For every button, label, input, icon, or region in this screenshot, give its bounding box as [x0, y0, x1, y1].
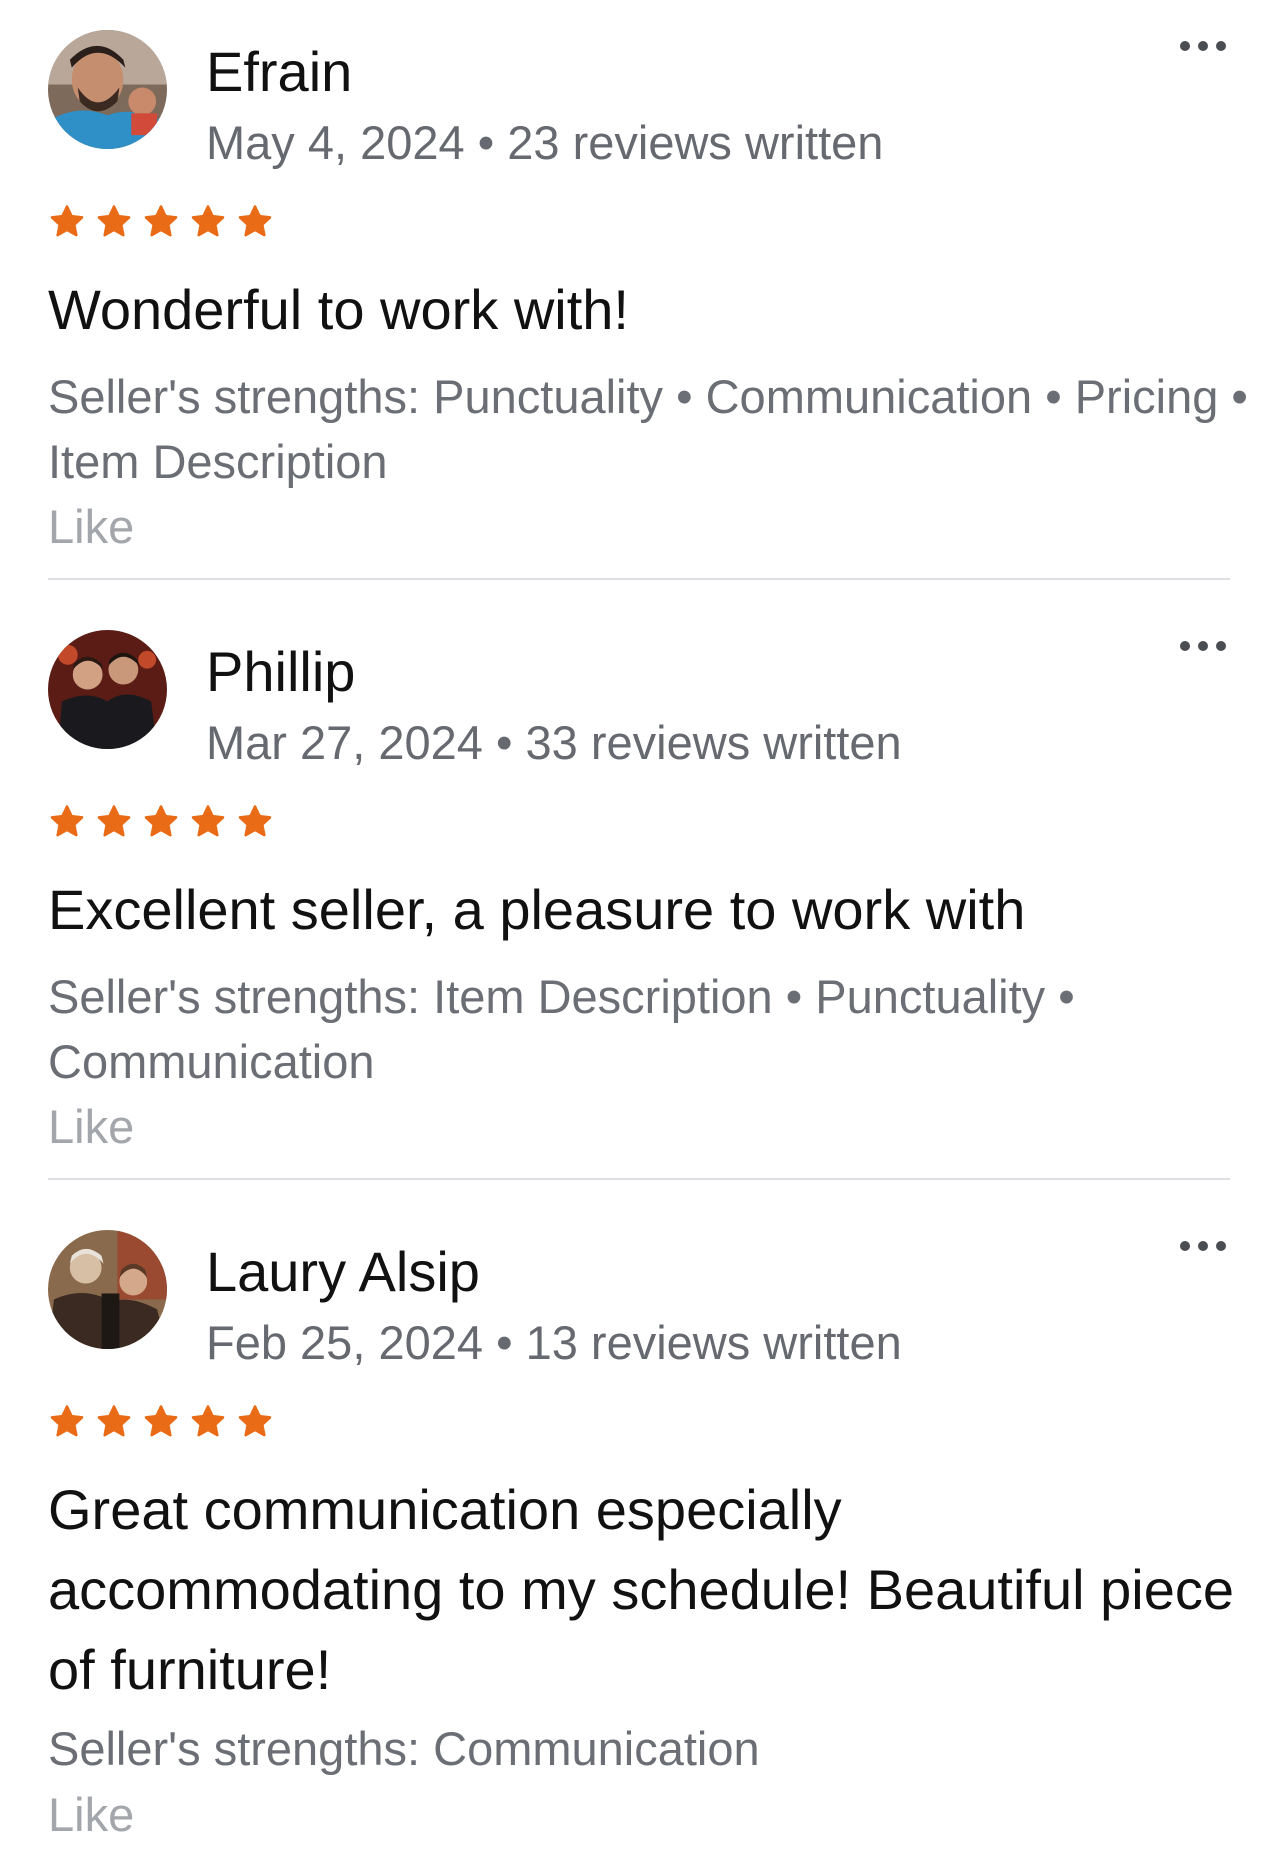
like-button[interactable]: Like [48, 1785, 134, 1845]
review-meta: Feb 25, 2024 • 13 reviews written [206, 1315, 902, 1371]
seller-strengths: Seller's strengths: Communication [48, 1722, 760, 1775]
reviewer-avatar[interactable] [48, 630, 167, 749]
review-date: May 4, 2024 [206, 116, 465, 169]
review-date: Feb 25, 2024 [206, 1316, 483, 1369]
more-options-icon [1180, 1241, 1226, 1251]
star-icon [191, 805, 225, 837]
reviews-written-count[interactable]: 33 reviews written [526, 716, 902, 769]
star-icon [238, 205, 272, 237]
star-icon [50, 805, 84, 837]
more-options-button[interactable] [1175, 630, 1231, 660]
like-button[interactable]: Like [48, 1097, 134, 1157]
star-icon [238, 1405, 272, 1437]
review-title: Wonderful to work with! [48, 278, 629, 341]
meta-separator: • [496, 716, 513, 769]
star-icon [50, 205, 84, 237]
more-options-button[interactable] [1175, 1230, 1231, 1260]
seller-strengths: Seller's strengths: Item Description • P… [48, 970, 1075, 1088]
user-photo-avatar-icon [48, 1230, 167, 1349]
like-button[interactable]: Like [48, 497, 134, 557]
rating-stars [48, 803, 274, 841]
star-icon [144, 805, 178, 837]
star-icon [50, 1405, 84, 1437]
star-icon [97, 1405, 131, 1437]
reviews-written-count[interactable]: 23 reviews written [507, 116, 883, 169]
review-meta: May 4, 2024 • 23 reviews written [206, 115, 883, 171]
user-photo-avatar-icon [48, 630, 167, 749]
meta-separator: • [477, 116, 495, 169]
meta-separator: • [496, 1316, 513, 1369]
reviewer-name[interactable]: Phillip [206, 638, 355, 706]
star-icon [144, 1405, 178, 1437]
star-icon [97, 205, 131, 237]
review-card: Laury Alsip Feb 25, 2024 • 13 reviews wr… [0, 1200, 1274, 1865]
rating-stars [48, 203, 274, 241]
review-title: Excellent seller, a pleasure to work wit… [48, 878, 1026, 941]
reviewer-name[interactable]: Efrain [206, 38, 352, 106]
review-title: Great communication especially accommoda… [48, 1478, 1234, 1701]
more-options-icon [1180, 641, 1226, 651]
review-card: Efrain May 4, 2024 • 23 reviews written … [0, 0, 1274, 580]
seller-strengths: Seller's strengths: Punctuality • Commun… [48, 370, 1248, 488]
star-icon [191, 1405, 225, 1437]
user-photo-avatar-icon [48, 30, 167, 149]
review-date: Mar 27, 2024 [206, 716, 483, 769]
reviews-written-count[interactable]: 13 reviews written [526, 1316, 902, 1369]
divider [48, 578, 1230, 580]
reviewer-avatar[interactable] [48, 30, 167, 149]
star-icon [97, 805, 131, 837]
reviews-list: Efrain May 4, 2024 • 23 reviews written … [0, 0, 1274, 1865]
more-options-icon [1180, 41, 1226, 51]
rating-stars [48, 1403, 274, 1441]
review-card: Phillip Mar 27, 2024 • 33 reviews writte… [0, 600, 1274, 1180]
reviewer-name[interactable]: Laury Alsip [206, 1238, 480, 1306]
divider [48, 1178, 1230, 1180]
star-icon [144, 205, 178, 237]
more-options-button[interactable] [1175, 30, 1231, 60]
star-icon [238, 805, 272, 837]
reviewer-avatar[interactable] [48, 1230, 167, 1349]
star-icon [191, 205, 225, 237]
review-meta: Mar 27, 2024 • 33 reviews written [206, 715, 902, 771]
